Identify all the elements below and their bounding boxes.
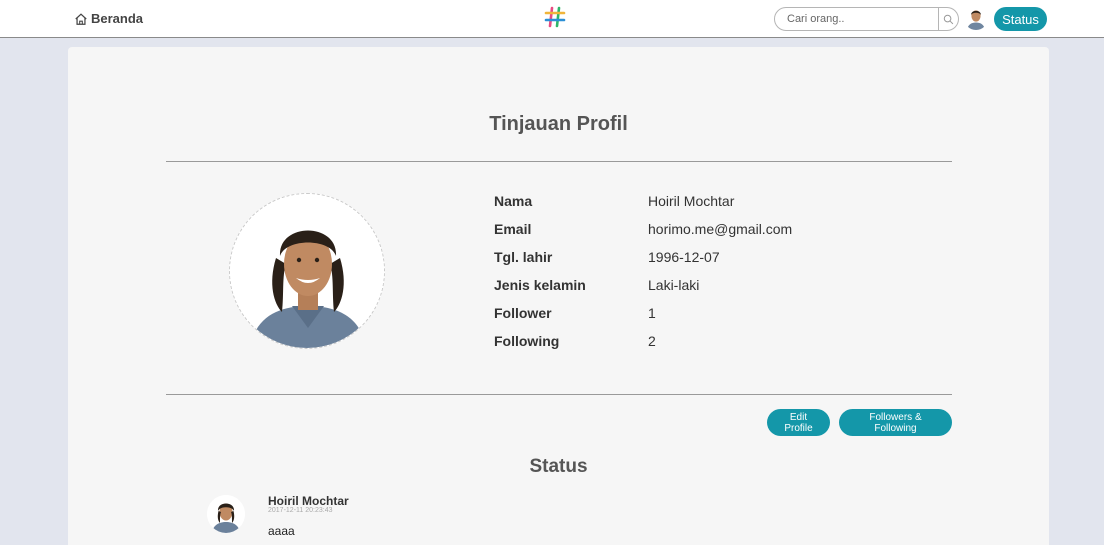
info-value: horimo.me@gmail.com [648,221,793,237]
post-text: aaaa [268,524,295,538]
info-value: 1996-12-07 [648,249,720,265]
post-avatar[interactable] [207,495,245,533]
profile-card: Tinjauan Profil Nama Hoiril Mochtar Emai… [68,47,1049,545]
search-bar [774,7,959,31]
status-section-title: Status [529,456,588,477]
divider-top [166,161,952,162]
hashtag-logo-icon[interactable] [544,6,566,28]
info-value: Laki-laki [648,277,700,293]
profile-photo [229,193,385,349]
post-timestamp: 2017-12-11 20:23:43 [268,507,333,514]
user-avatar[interactable] [964,6,988,30]
info-label: Nama [494,193,533,209]
status-nav-button[interactable]: Status [994,7,1047,31]
page-title: Tinjauan Profil [489,113,628,135]
top-navbar: Beranda Status [0,0,1104,38]
divider-bottom [166,394,952,395]
info-label: Tgl. lahir [494,249,553,265]
info-label: Email [494,221,532,237]
post-author[interactable]: Hoiril Mochtar [268,494,349,508]
info-value: 2 [648,333,656,349]
home-label: Beranda [91,11,144,26]
search-input[interactable] [774,7,939,31]
info-label: Follower [494,305,552,321]
home-icon [75,12,87,25]
post-avatar-image [207,495,245,533]
profile-photo-image [230,194,384,348]
info-value: 1 [648,305,656,321]
info-value: Hoiril Mochtar [648,193,735,209]
info-label: Following [494,333,560,349]
edit-profile-button[interactable]: Edit Profile [767,409,830,436]
home-link[interactable]: Beranda [74,11,143,26]
followers-following-button[interactable]: Followers & Following [839,409,952,436]
avatar-image [964,6,988,30]
info-label: Jenis kelamin [494,277,586,293]
search-icon [943,14,954,24]
search-button[interactable] [939,7,959,31]
